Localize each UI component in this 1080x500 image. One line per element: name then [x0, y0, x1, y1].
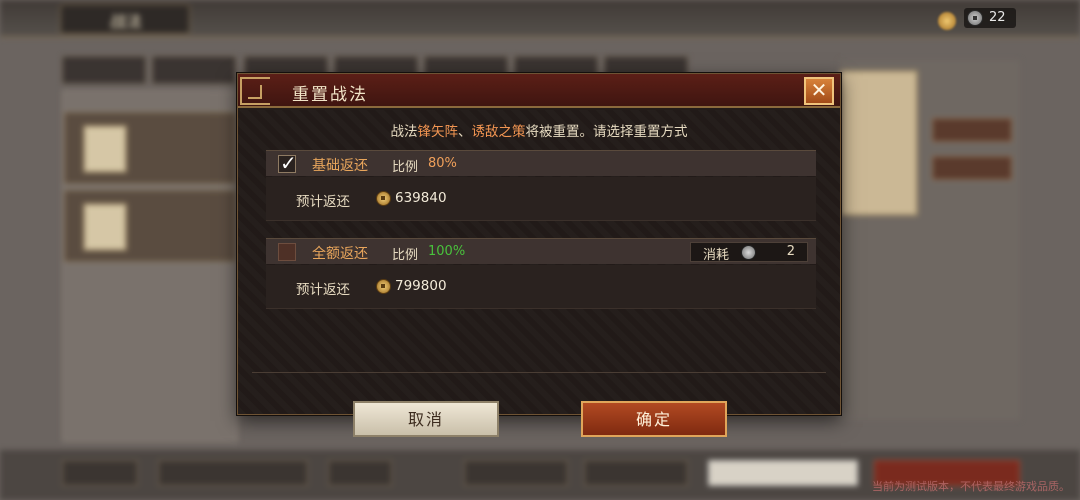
- full-refund-checkbox[interactable]: [278, 243, 296, 261]
- refund-value: 639840: [395, 190, 447, 206]
- cost-box: 消耗 2: [690, 242, 808, 263]
- silver-coin-icon: [741, 245, 756, 260]
- full-refund-estimate: 预计返还 799800: [266, 265, 816, 309]
- bottom-button[interactable]: [584, 460, 688, 486]
- option-basic-refund[interactable]: ✓ 基础返还 比例 80%: [266, 150, 816, 176]
- refund-value: 799800: [395, 278, 447, 294]
- message-suffix: 将被重置。请选择重置方式: [525, 124, 688, 140]
- filter-select[interactable]: [328, 460, 392, 486]
- skill-name-one: 锋矢阵: [417, 124, 459, 140]
- currency-display: 22: [964, 8, 1016, 28]
- skill-card[interactable]: [64, 190, 236, 262]
- reset-message: 战法锋矢阵、诱敌之策将被重置。请选择重置方式: [238, 120, 840, 140]
- bottom-button[interactable]: [62, 460, 138, 486]
- ratio-label: 比例: [392, 248, 419, 263]
- skill-name-two: 诱敌之策: [471, 124, 526, 140]
- bottom-button[interactable]: [708, 460, 858, 486]
- close-button[interactable]: ✕: [804, 77, 834, 105]
- ratio-value: 80%: [428, 156, 457, 171]
- cost-label: 消耗: [703, 248, 730, 263]
- dialog-body: 战法锋矢阵、诱敌之策将被重置。请选择重置方式 ✓ 基础返还 比例 80% 预计返…: [238, 110, 840, 437]
- silver-coin-icon: [967, 10, 983, 26]
- dialog-title: 重置战法: [292, 85, 368, 105]
- option-name: 全额返还: [312, 246, 368, 262]
- divider: [252, 372, 826, 373]
- refund-label: 预计返还: [296, 194, 350, 210]
- currency-value: 22: [989, 10, 1006, 25]
- dialog-header: 重置战法 ✕: [238, 74, 840, 108]
- header-ornament-icon: [240, 77, 270, 105]
- detail-image: [840, 70, 918, 216]
- skill-card[interactable]: [64, 112, 236, 184]
- bg-tab[interactable]: [62, 56, 146, 84]
- basic-refund-estimate: 预计返还 639840: [266, 177, 816, 221]
- ratio-value: 100%: [428, 244, 466, 259]
- basic-refund-checkbox[interactable]: ✓: [278, 151, 297, 175]
- gold-coin-icon: [938, 12, 956, 30]
- bottom-button[interactable]: [464, 460, 568, 486]
- detail-button[interactable]: [932, 118, 1012, 142]
- message-prefix: 战法: [390, 124, 418, 140]
- refund-label: 预计返还: [296, 282, 350, 298]
- reset-skill-dialog: 重置战法 ✕ 战法锋矢阵、诱敌之策将被重置。请选择重置方式 ✓ 基础返还 比例 …: [237, 73, 841, 437]
- confirm-button[interactable]: 确定: [581, 401, 727, 437]
- copper-coin-icon: [376, 191, 391, 206]
- option-full-refund[interactable]: 全额返还 比例 100% 消耗 2: [266, 238, 816, 264]
- test-version-watermark: 当前为测试版本，不代表最终游戏品质。: [872, 480, 1070, 493]
- bg-tab[interactable]: [152, 56, 236, 84]
- cancel-button[interactable]: 取消: [353, 401, 499, 437]
- detail-button[interactable]: [932, 156, 1012, 180]
- back-title: 战法: [110, 12, 143, 31]
- ratio-label: 比例: [392, 160, 419, 175]
- skill-card-thumbnail: [83, 125, 127, 173]
- copper-coin-icon: [376, 279, 391, 294]
- cost-value: 2: [786, 244, 795, 259]
- message-separator: 、: [458, 124, 472, 140]
- skill-card-thumbnail: [83, 203, 127, 251]
- search-box[interactable]: [158, 460, 308, 486]
- option-name: 基础返还: [312, 158, 368, 174]
- checkmark-icon: ✓: [280, 151, 297, 175]
